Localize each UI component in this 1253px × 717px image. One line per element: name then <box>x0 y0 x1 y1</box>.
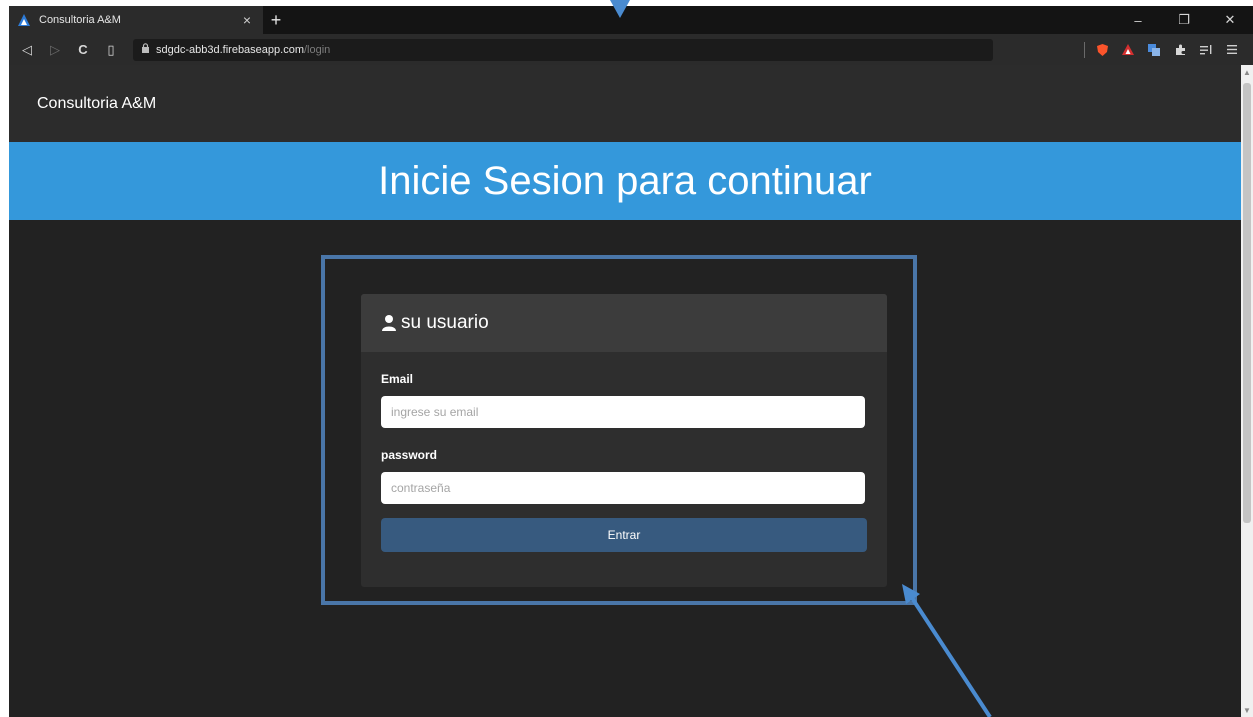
toolbar-separator <box>1084 41 1085 58</box>
user-icon <box>381 314 397 332</box>
back-button[interactable]: ◁ <box>15 38 39 62</box>
lock-icon <box>141 43 150 56</box>
brave-shield-icon[interactable] <box>1089 37 1115 63</box>
scroll-down-icon[interactable]: ▼ <box>1241 703 1253 717</box>
login-form: Email password Entrar <box>361 352 887 552</box>
restore-button[interactable]: ❐ <box>1161 6 1207 34</box>
browser-window: Consultoria A&M × + – ❐ ✕ ◁ ▷ C ▯ sdgdc-… <box>9 6 1253 717</box>
new-tab-button[interactable]: + <box>263 6 289 34</box>
site-navbar: Consultoria A&M <box>9 65 1241 142</box>
site-favicon-icon <box>17 13 31 27</box>
password-label: password <box>381 448 438 462</box>
close-window-button[interactable]: ✕ <box>1207 6 1253 34</box>
tab-active[interactable]: Consultoria A&M × <box>9 6 263 34</box>
browser-toolbar: ◁ ▷ C ▯ sdgdc-abb3d.firebaseapp.com/logi… <box>9 34 1253 65</box>
forward-button[interactable]: ▷ <box>43 38 67 62</box>
login-card-title: su usuario <box>401 312 489 333</box>
playlist-icon[interactable] <box>1193 37 1219 63</box>
minimize-button[interactable]: – <box>1115 6 1161 34</box>
url-path: /login <box>303 43 331 56</box>
tab-strip: Consultoria A&M × + – ❐ ✕ <box>9 6 1253 34</box>
email-field[interactable] <box>381 396 865 428</box>
extensions-icon[interactable] <box>1167 37 1193 63</box>
page-scrollbar[interactable]: ▲ ▼ <box>1241 65 1253 717</box>
email-label: Email <box>381 372 414 386</box>
login-card-header: su usuario <box>361 294 887 352</box>
window-controls: – ❐ ✕ <box>1115 6 1253 34</box>
hero-banner: Inicie Sesion para continuar <box>9 142 1241 220</box>
address-bar[interactable]: sdgdc-abb3d.firebaseapp.com/login <box>133 38 993 61</box>
password-field[interactable] <box>381 472 865 504</box>
translate-icon[interactable] <box>1141 37 1167 63</box>
page-viewport: Consultoria A&M Inicie Sesion para conti… <box>9 65 1241 717</box>
brave-rewards-icon[interactable] <box>1115 37 1141 63</box>
login-card: su usuario Email password Entrar <box>361 294 887 587</box>
menu-icon[interactable] <box>1219 37 1245 63</box>
hero-title: Inicie Sesion para continuar <box>378 158 872 203</box>
toolbar-extensions <box>1084 34 1245 65</box>
reload-button[interactable]: C <box>71 38 95 62</box>
scrollbar-thumb[interactable] <box>1243 83 1251 523</box>
tab-title: Consultoria A&M <box>39 14 121 26</box>
navbar-brand[interactable]: Consultoria A&M <box>37 95 156 113</box>
page-content: su usuario Email password Entrar <box>9 220 1241 717</box>
url-host: sdgdc-abb3d.firebaseapp.com <box>156 43 304 56</box>
tab-close-icon[interactable]: × <box>239 12 255 28</box>
login-submit-button[interactable]: Entrar <box>381 518 867 552</box>
bookmark-button[interactable]: ▯ <box>99 38 123 62</box>
scroll-up-icon[interactable]: ▲ <box>1241 65 1253 79</box>
